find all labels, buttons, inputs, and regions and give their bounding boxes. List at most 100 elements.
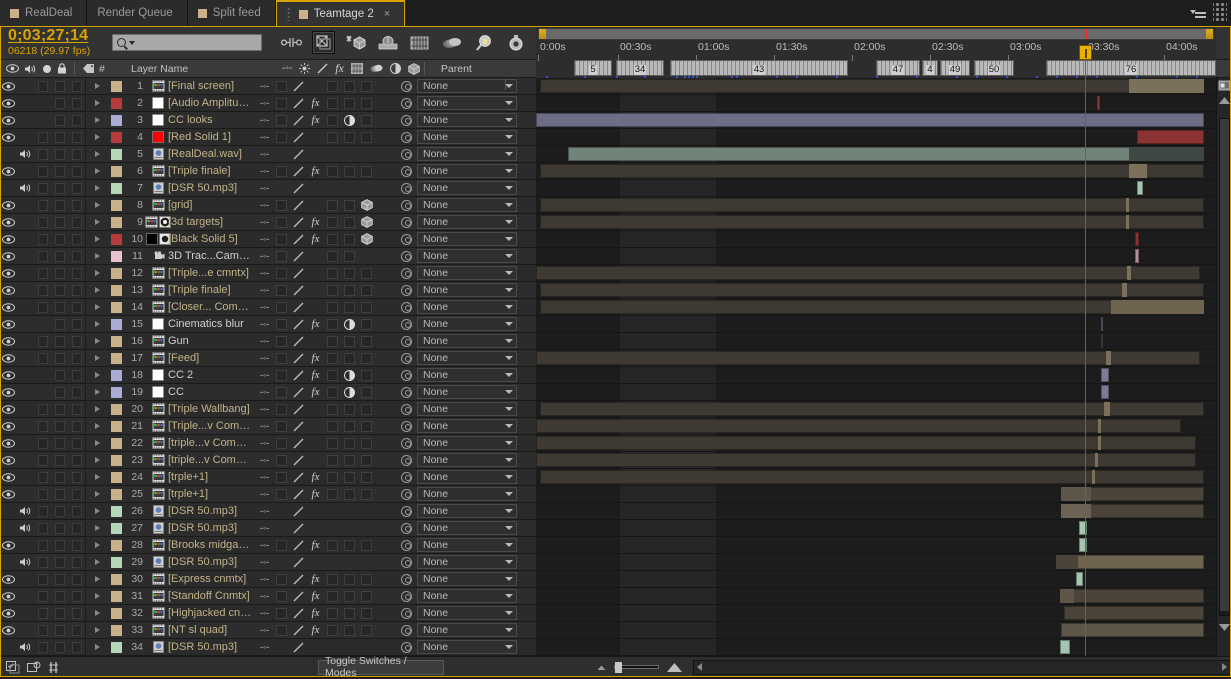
switch-three-d[interactable] [358, 538, 375, 552]
layer-lock-toggle[interactable] [51, 539, 68, 551]
switch-three-d[interactable] [358, 113, 375, 127]
switch-quality[interactable] [290, 96, 307, 110]
parent-pickwhip-icon[interactable] [401, 420, 412, 432]
switch-effects[interactable] [307, 283, 324, 297]
parent-pickwhip-icon[interactable] [401, 539, 412, 551]
layer-parent-cell[interactable]: None [396, 79, 536, 212]
layer-expand-arrow[interactable] [86, 202, 108, 208]
layer-row[interactable]: 9 [3d targets] -◦- fx None [0, 79, 536, 231]
switch-collapse[interactable] [273, 453, 290, 467]
layer-row[interactable]: 2 [Audio Amplitude] -◦- fx None [0, 79, 536, 112]
switch-quality[interactable] [290, 402, 307, 416]
parent-pickwhip-icon[interactable] [401, 454, 412, 466]
layer-shy-toggle[interactable] [68, 352, 85, 364]
layer-expand-arrow[interactable] [86, 253, 108, 259]
switch-motion-blur[interactable] [341, 521, 358, 535]
layer-name[interactable]: [Triple finale] [168, 284, 256, 296]
layer-solo-toggle[interactable] [34, 131, 51, 143]
parent-select[interactable]: None [417, 79, 517, 110]
layer-parent-cell[interactable]: None [396, 79, 536, 263]
switch-quality[interactable] [290, 521, 307, 535]
layer-bar-segment[interactable] [1129, 147, 1204, 161]
switch-collapse[interactable] [273, 164, 290, 178]
switch-anchor[interactable]: -◦- [256, 79, 273, 93]
layer-row[interactable]: 31 [Standoff Cnmtx] -◦- fx None [0, 79, 536, 605]
switch-effects[interactable]: fx [307, 113, 324, 127]
layer-shy-toggle[interactable] [68, 556, 85, 568]
switch-quality[interactable] [290, 215, 307, 229]
parent-pickwhip-icon[interactable] [401, 522, 412, 534]
layer-shy-toggle[interactable] [68, 624, 85, 636]
switch-anchor[interactable]: -◦- [256, 181, 273, 195]
switch-quality[interactable] [290, 198, 307, 212]
layer-number-header[interactable]: # [99, 63, 121, 75]
switch-three-d[interactable] [358, 283, 375, 297]
tab-teamtage-2[interactable]: Teamtage 2 × [275, 0, 406, 26]
layer-bar-highlight[interactable] [1106, 351, 1111, 365]
layer-shy-toggle[interactable] [68, 182, 85, 194]
switch-three-d[interactable] [358, 266, 375, 280]
layer-row[interactable]: 8 [grid] -◦- None [0, 79, 536, 214]
parent-select[interactable]: None [417, 79, 517, 484]
parent-pickwhip-icon[interactable] [401, 114, 412, 126]
layer-duration-bar[interactable] [1101, 368, 1109, 382]
switch-collapse[interactable] [273, 402, 290, 416]
timeline-ruler[interactable]: 0:00s 00:30s 01:00s 01:30s 02:00s 02:30s 03:00… [536, 26, 1216, 78]
layer-solo-toggle[interactable] [34, 590, 51, 602]
timeline-track-row[interactable] [536, 622, 1216, 639]
layer-duration-bar[interactable] [1101, 385, 1109, 399]
switch-motion-blur[interactable] [341, 198, 358, 212]
switch-frame-blend[interactable] [324, 113, 341, 127]
layer-solo-toggle[interactable] [34, 471, 51, 483]
parent-select[interactable]: None [417, 79, 517, 399]
layer-duration-bar[interactable] [536, 266, 1200, 280]
switch-frame-blend[interactable] [324, 368, 341, 382]
timeline-track-row[interactable] [536, 554, 1216, 571]
switch-effects[interactable] [307, 266, 324, 280]
search-input[interactable] [112, 34, 262, 51]
switch-anchor[interactable]: -◦- [256, 572, 273, 586]
switch-effects[interactable]: fx [307, 96, 324, 110]
layer-expand-arrow[interactable] [86, 406, 108, 412]
layer-shy-toggle[interactable] [68, 573, 85, 585]
layer-label-color[interactable] [108, 454, 124, 466]
layer-row[interactable]: 1 [Final screen] -◦- None [0, 78, 536, 95]
layer-expand-arrow[interactable] [86, 83, 108, 89]
switch-frame-blend[interactable] [324, 351, 341, 365]
layer-expand-arrow[interactable] [86, 610, 108, 616]
parent-pickwhip-icon[interactable] [401, 369, 412, 381]
layer-solo-toggle[interactable] [34, 505, 51, 517]
layer-label-color[interactable] [108, 131, 124, 143]
layer-name[interactable]: [triple...v Comp 1] [168, 437, 256, 449]
layer-expand-arrow[interactable] [86, 185, 108, 191]
switch-three-d[interactable] [358, 300, 375, 314]
layer-name[interactable]: [Triple...v Comp 1] [168, 420, 256, 432]
switch-quality[interactable] [290, 385, 307, 399]
switch-effects[interactable]: fx [307, 589, 324, 603]
layer-lock-toggle[interactable] [51, 471, 68, 483]
timeline-track-row[interactable] [536, 537, 1216, 554]
layer-bar-highlight[interactable] [1122, 283, 1127, 297]
switch-motion-blur[interactable] [341, 368, 358, 382]
vertical-scrollbar-track[interactable] [1219, 118, 1230, 616]
layer-shy-toggle[interactable] [68, 148, 85, 160]
switch-anchor[interactable]: -◦- [256, 453, 273, 467]
layer-lock-toggle[interactable] [51, 182, 68, 194]
layer-shy-toggle[interactable] [68, 471, 85, 483]
switch-three-d[interactable] [358, 572, 375, 586]
layer-name[interactable]: [RealDeal.wav] [168, 148, 256, 160]
layer-video-toggle[interactable] [0, 115, 17, 125]
switch-collapse[interactable] [273, 130, 290, 144]
layer-lock-toggle[interactable] [51, 114, 68, 126]
layer-bar-highlight[interactable] [1061, 504, 1091, 518]
layer-name[interactable]: [Triple Wallbang] [168, 403, 256, 415]
layer-expand-arrow[interactable] [86, 627, 108, 633]
switch-anchor[interactable]: -◦- [256, 555, 273, 569]
parent-select[interactable]: None [417, 79, 517, 161]
switch-motion-blur[interactable] [341, 232, 358, 246]
switch-frame-blend[interactable] [324, 521, 341, 535]
layer-shy-toggle[interactable] [68, 386, 85, 398]
layer-bar-highlight[interactable] [1104, 402, 1110, 416]
switch-three-d[interactable] [358, 555, 375, 569]
switch-effects[interactable] [307, 130, 324, 144]
